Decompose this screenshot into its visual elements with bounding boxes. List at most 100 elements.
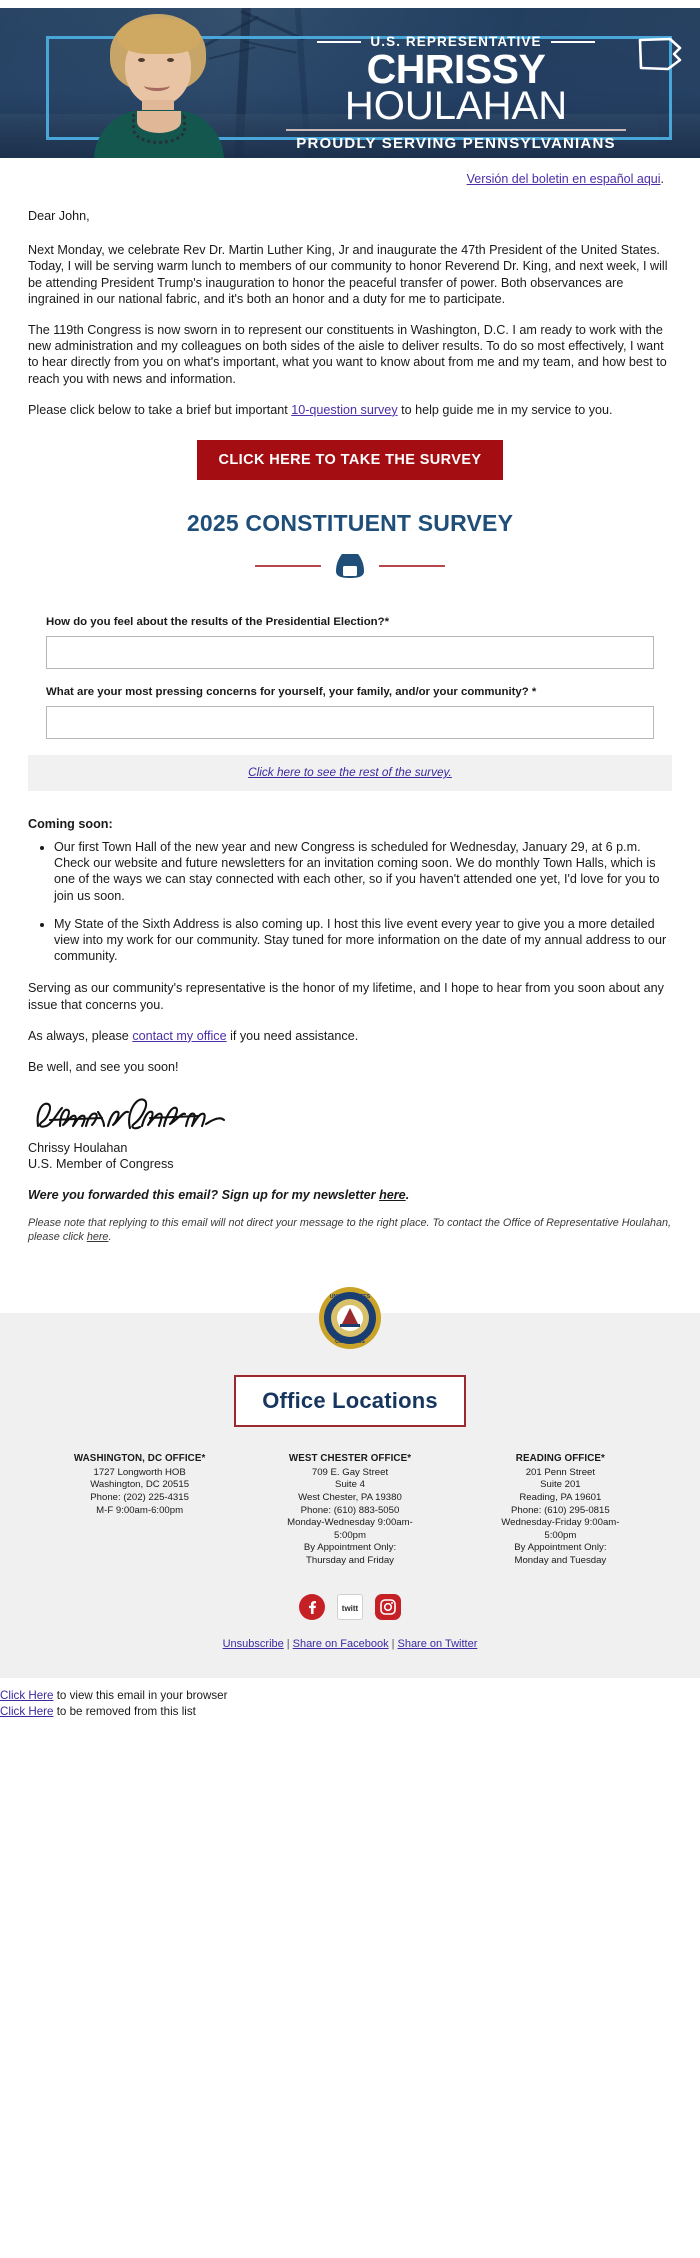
office-line: Washington, DC 20515 <box>90 1479 190 1491</box>
paragraph-contact-office: As always, please contact my office if y… <box>28 1028 672 1044</box>
share-on-facebook-link[interactable]: Share on Facebook <box>293 1638 389 1650</box>
footer-section: Office Locations WASHINGTON, DC OFFICE* … <box>0 1313 700 1678</box>
rule-right-icon <box>550 40 595 43</box>
greeting-text: Dear John, <box>28 209 90 223</box>
office-washington-dc: WASHINGTON, DC OFFICE* 1727 Longworth HO… <box>36 1453 243 1567</box>
office-line: Phone: (610) 883-5050 <box>300 1504 400 1516</box>
svg-text:twitt: twitt <box>342 1604 359 1613</box>
contact-office-note-link[interactable]: here <box>87 1231 109 1243</box>
office-west-chester: WEST CHESTER OFFICE* 709 E. Gay Street S… <box>246 1453 453 1567</box>
office-line: Monday and Tuesday <box>514 1555 607 1567</box>
contact-my-office-link[interactable]: contact my office <box>132 1029 226 1043</box>
coming-soon-heading: Coming soon: <box>28 817 113 832</box>
tail-links-section: Click Here to view this email in your br… <box>0 1677 700 1734</box>
list-item: My State of the Sixth Address is also co… <box>54 916 672 965</box>
survey-question-1-input[interactable] <box>46 636 654 670</box>
office-line: Phone: (202) 225-4315 <box>90 1492 189 1504</box>
divider-line-left <box>255 565 321 568</box>
office-line: 1727 Longworth HOB <box>93 1466 186 1478</box>
pennsylvania-outline-icon <box>638 37 682 71</box>
spanish-version-row: Versión del boletin en español aqui. <box>28 172 664 186</box>
survey-rest-strip: Click here to see the rest of the survey… <box>28 755 672 792</box>
office-line: M-F 9:00am-6:00pm <box>96 1504 184 1516</box>
share-on-twitter-link[interactable]: Share on Twitter <box>397 1638 477 1650</box>
social-links-row: twitt <box>18 1593 682 1620</box>
survey-question-2: What are your most pressing concerns for… <box>46 685 654 740</box>
banner-title-block: U.S. REPRESENTATIVE CHRISSY HOULAHAN PRO… <box>246 34 666 152</box>
office-line: 709 E. Gay Street <box>311 1466 389 1478</box>
list-item: Our first Town Hall of the new year and … <box>54 839 672 904</box>
paragraph-closing-honor: Serving as our community's representativ… <box>28 981 664 1012</box>
office-line: By Appointment Only: <box>303 1542 397 1554</box>
office-name: WEST CHESTER OFFICE* <box>288 1453 412 1465</box>
remove-from-list-link[interactable]: Click Here <box>0 1705 53 1718</box>
rule-left-icon <box>317 40 362 43</box>
view-in-browser-row: Click Here to view this email in your br… <box>0 1688 700 1704</box>
office-line: Reading, PA 19601 <box>519 1492 602 1504</box>
banner-first-name: CHRISSY <box>366 46 546 92</box>
office-line: Thursday and Friday <box>306 1555 394 1567</box>
see-rest-of-survey-link[interactable]: Click here to see the rest of the survey… <box>248 765 452 779</box>
unsubscribe-link[interactable]: Unsubscribe <box>223 1638 284 1650</box>
instagram-icon[interactable] <box>375 1593 401 1620</box>
office-reading: READING OFFICE* 201 Penn Street Suite 20… <box>457 1453 664 1567</box>
office-line: Phone: (610) 295-0815 <box>511 1504 610 1516</box>
forward-before: Were you forwarded this email? Sign up f… <box>28 1188 380 1203</box>
remove-from-list-text: to be removed from this list <box>53 1704 196 1718</box>
svg-text:CONGRESS: CONGRESS <box>335 1339 365 1345</box>
paragraph-mlk-inauguration: Next Monday, we celebrate Rev Dr. Martin… <box>28 243 668 306</box>
view-in-browser-link[interactable]: Click Here <box>0 1689 53 1702</box>
survey-intro-after: to help guide me in my service to you. <box>397 402 613 417</box>
spanish-version-link[interactable]: Versión del boletin en español aqui <box>467 172 661 186</box>
office-name: WASHINGTON, DC OFFICE* <box>73 1453 206 1465</box>
office-line: 5:00pm <box>333 1529 366 1541</box>
survey-question-2-label: What are your most pressing concerns for… <box>46 686 537 699</box>
office-line: West Chester, PA 19380 <box>298 1492 402 1504</box>
banner-last-name: HOULAHAN <box>344 83 568 128</box>
office-line: Wednesday-Friday 9:00am- <box>501 1517 620 1529</box>
office-line: By Appointment Only: <box>514 1542 607 1554</box>
note-before: Please note that replying to this email … <box>28 1217 671 1244</box>
view-in-browser-text: to view this email in your browser <box>53 1688 228 1702</box>
representative-portrait <box>80 10 238 158</box>
signer-title: U.S. Member of Congress <box>28 1157 174 1172</box>
office-name: READING OFFICE* <box>515 1453 605 1465</box>
footer-link-separator-1: | <box>286 1637 290 1650</box>
divider-line-right <box>379 565 445 568</box>
coming-soon-list: Our first Town Hall of the new year and … <box>28 839 672 964</box>
ten-question-survey-link[interactable]: 10-question survey <box>291 403 397 417</box>
signer-name: Chrissy Houlahan <box>28 1141 128 1156</box>
footer-links-row: Unsubscribe | Share on Facebook | Share on T… <box>18 1638 682 1656</box>
signature-image <box>36 1098 226 1130</box>
facebook-icon[interactable] <box>299 1593 325 1620</box>
survey-title: 2025 CONSTITUENT SURVEY <box>186 510 514 537</box>
banner-tagline: PROUDLY SERVING PENNSYLVANIANS <box>296 135 616 153</box>
office-locations-box: Office Locations <box>234 1375 466 1428</box>
forward-after: . <box>405 1188 410 1203</box>
office-locations-title: Office Locations <box>262 1388 438 1414</box>
paragraph-survey-intro: Please click below to take a brief but i… <box>28 402 672 418</box>
survey-question-1-label: How do you feel about the results of the… <box>46 616 390 629</box>
reply-note: Please note that replying to this email … <box>28 1216 672 1244</box>
survey-divider-row <box>28 553 672 579</box>
survey-question-1: How do you feel about the results of the… <box>46 615 654 670</box>
office-line: 201 Penn Street <box>525 1466 596 1478</box>
footer-link-separator-2: | <box>391 1637 395 1650</box>
survey-question-2-input[interactable] <box>46 706 654 740</box>
survey-intro-before: Please click below to take a brief but i… <box>28 402 292 417</box>
spanish-trailing-period: . <box>660 172 664 186</box>
office-line: Suite 4 <box>335 1479 365 1491</box>
twitter-icon[interactable]: twitt <box>337 1593 363 1620</box>
take-survey-button[interactable]: CLICK HERE TO TAKE THE SURVEY <box>196 440 504 481</box>
office-line: 5:00pm <box>544 1529 577 1541</box>
note-after: . <box>108 1231 112 1244</box>
email-newsletter-page: U.S. REPRESENTATIVE CHRISSY HOULAHAN PRO… <box>0 0 700 2258</box>
forward-newsletter-line: Were you forwarded this email? Sign up f… <box>28 1188 672 1202</box>
header-banner: U.S. REPRESENTATIVE CHRISSY HOULAHAN PRO… <box>0 8 700 158</box>
offices-grid: WASHINGTON, DC OFFICE* 1727 Longworth HO… <box>18 1453 682 1567</box>
constituent-survey-section: 2025 CONSTITUENT SURVEY How do you feel … <box>28 510 672 801</box>
newsletter-signup-link[interactable]: here <box>379 1188 406 1202</box>
email-body: Versión del boletin en español aqui. Dea… <box>0 172 700 1244</box>
paragraph-119th-congress: The 119th Congress is now sworn in to re… <box>28 323 667 386</box>
congress-seal-icon: UNITED STATES CONGRESS <box>319 1287 381 1350</box>
